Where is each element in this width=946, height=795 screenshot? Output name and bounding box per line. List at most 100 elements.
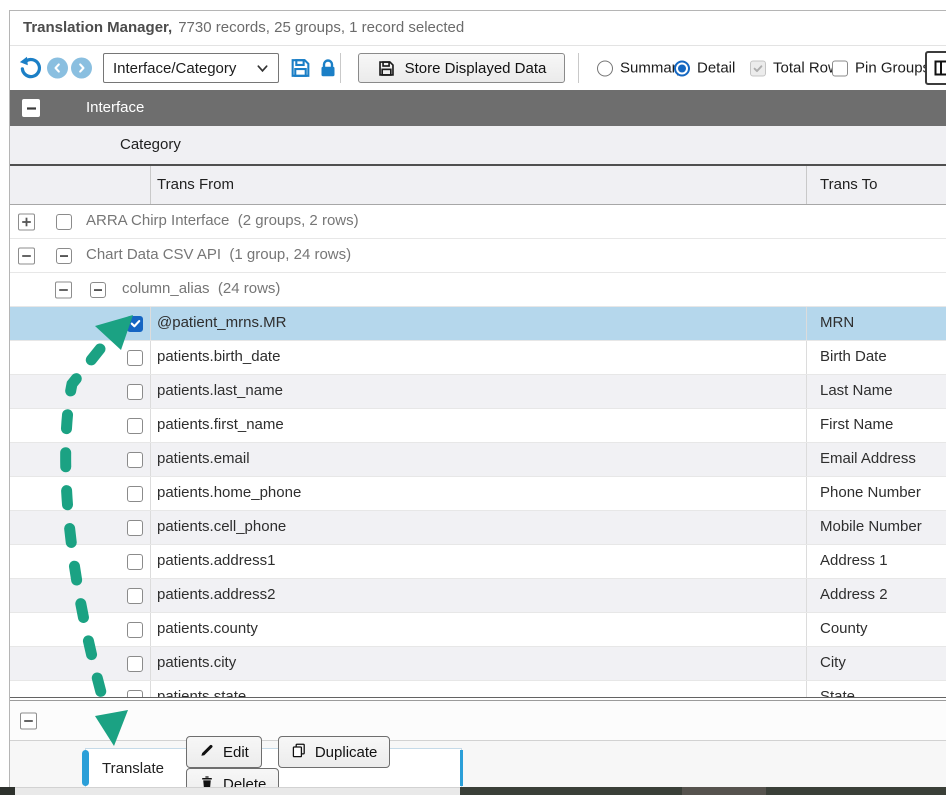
detail-radio[interactable]: Detail bbox=[674, 60, 735, 77]
column-divider bbox=[806, 166, 807, 204]
group-checkbox[interactable] bbox=[90, 282, 106, 298]
delete-button[interactable]: Delete bbox=[186, 768, 279, 787]
column-divider bbox=[150, 545, 151, 578]
view-mode-dropdown[interactable]: Interface/Category bbox=[103, 53, 279, 83]
column-divider bbox=[806, 409, 807, 442]
column-divider bbox=[150, 375, 151, 408]
row-checkbox[interactable] bbox=[127, 452, 143, 468]
taskbar-segment bbox=[766, 787, 946, 795]
trans-to-cell: Mobile Number bbox=[820, 511, 922, 543]
interface-group-header: Interface bbox=[10, 90, 946, 126]
trans-from-cell: patients.state bbox=[157, 681, 246, 697]
group-row[interactable]: column_alias (24 rows) bbox=[10, 273, 946, 307]
selected-row-checkbox[interactable] bbox=[127, 316, 143, 332]
trans-to-cell: Birth Date bbox=[820, 341, 887, 373]
column-divider bbox=[150, 511, 151, 544]
column-divider bbox=[806, 341, 807, 374]
row-checkbox[interactable] bbox=[127, 588, 143, 604]
duplicate-button[interactable]: Duplicate bbox=[278, 736, 391, 768]
undo-icon[interactable] bbox=[18, 56, 43, 81]
toolbar-separator bbox=[578, 53, 579, 83]
pencil-icon bbox=[199, 742, 215, 762]
column-divider bbox=[150, 341, 151, 374]
group-header-label: Interface bbox=[86, 90, 144, 126]
table-row[interactable]: patients.address2Address 2 bbox=[10, 579, 946, 613]
trans-to-cell: Phone Number bbox=[820, 477, 921, 509]
table-row[interactable]: patients.stateState bbox=[10, 681, 946, 697]
checkbox-checked-disabled-icon bbox=[750, 60, 766, 76]
table-row[interactable]: patients.address1Address 1 bbox=[10, 545, 946, 579]
trans-to-cell: Last Name bbox=[820, 375, 893, 407]
collapse-footer-icon[interactable] bbox=[20, 712, 37, 729]
expand-icon[interactable] bbox=[18, 213, 35, 230]
column-divider bbox=[806, 613, 807, 646]
total-row-checkbox[interactable]: Total Row bbox=[750, 60, 839, 77]
row-checkbox[interactable] bbox=[127, 384, 143, 400]
column-layout-button[interactable] bbox=[925, 51, 946, 85]
column-header-row: Trans From Trans To bbox=[10, 164, 946, 205]
taskbar-segment bbox=[460, 787, 682, 795]
lock-icon[interactable] bbox=[317, 57, 339, 79]
summary-radio[interactable]: Summary bbox=[597, 60, 684, 77]
toolbar-separator bbox=[340, 53, 341, 83]
table-row[interactable]: patients.cell_phoneMobile Number bbox=[10, 511, 946, 545]
column-divider bbox=[150, 443, 151, 476]
column-divider bbox=[806, 375, 807, 408]
table-row[interactable]: patients.emailEmail Address bbox=[10, 443, 946, 477]
column-divider bbox=[806, 307, 807, 340]
panel-accent-bar bbox=[82, 750, 89, 786]
collapse-icon[interactable] bbox=[55, 281, 72, 298]
row-checkbox[interactable] bbox=[127, 554, 143, 570]
columns-icon bbox=[933, 58, 946, 78]
radio-off-icon bbox=[597, 60, 613, 76]
collapse-all-icon[interactable] bbox=[22, 99, 40, 117]
column-divider bbox=[806, 681, 807, 697]
group-checkbox[interactable] bbox=[56, 214, 72, 230]
column-divider bbox=[150, 477, 151, 510]
panel-accent-line bbox=[460, 750, 463, 786]
table-row[interactable]: @patient_mrns.MRMRN bbox=[10, 307, 946, 341]
collapse-icon[interactable] bbox=[18, 247, 35, 264]
table-row[interactable]: patients.last_nameLast Name bbox=[10, 375, 946, 409]
column-divider bbox=[806, 511, 807, 544]
table-row[interactable]: patients.birth_dateBirth Date bbox=[10, 341, 946, 375]
table-row[interactable]: patients.home_phonePhone Number bbox=[10, 477, 946, 511]
group-row-label: Chart Data CSV API (1 group, 24 rows) bbox=[86, 239, 351, 271]
checkbox-empty-icon bbox=[832, 60, 848, 76]
column-divider bbox=[806, 443, 807, 476]
save-icon[interactable] bbox=[289, 57, 312, 80]
group-checkbox[interactable] bbox=[56, 248, 72, 264]
column-divider bbox=[150, 681, 151, 697]
store-displayed-data-button[interactable]: Store Displayed Data bbox=[358, 53, 565, 83]
view-mode-value: Interface/Category bbox=[113, 60, 236, 77]
pin-groups-checkbox[interactable]: Pin Groups bbox=[832, 60, 930, 77]
group-row[interactable]: Chart Data CSV API (1 group, 24 rows) bbox=[10, 239, 946, 273]
translation-manager-window: Translation Manager,7730 records, 25 gro… bbox=[0, 0, 946, 795]
table-row[interactable]: patients.cityCity bbox=[10, 647, 946, 681]
row-checkbox[interactable] bbox=[127, 418, 143, 434]
table-row[interactable]: patients.first_nameFirst Name bbox=[10, 409, 946, 443]
column-header-trans-to[interactable]: Trans To bbox=[820, 166, 878, 203]
column-divider bbox=[806, 545, 807, 578]
row-checkbox[interactable] bbox=[127, 350, 143, 366]
column-header-trans-from[interactable]: Trans From bbox=[157, 166, 234, 203]
column-divider bbox=[150, 613, 151, 646]
trans-to-cell: City bbox=[820, 647, 846, 679]
save-icon bbox=[377, 59, 396, 78]
row-checkbox[interactable] bbox=[127, 656, 143, 672]
edit-button[interactable]: Edit bbox=[186, 736, 262, 768]
trans-from-cell: @patient_mrns.MR bbox=[157, 307, 286, 339]
column-divider bbox=[806, 477, 807, 510]
row-checkbox[interactable] bbox=[127, 690, 143, 698]
title-bar: Translation Manager,7730 records, 25 gro… bbox=[10, 11, 946, 45]
row-checkbox[interactable] bbox=[127, 486, 143, 502]
table-row[interactable]: patients.countyCounty bbox=[10, 613, 946, 647]
row-checkbox[interactable] bbox=[127, 622, 143, 638]
row-checkbox[interactable] bbox=[127, 520, 143, 536]
group-row[interactable]: ARRA Chirp Interface (2 groups, 2 rows) bbox=[10, 205, 946, 239]
taskbar-segment bbox=[682, 787, 766, 795]
trans-from-cell: patients.email bbox=[157, 443, 250, 475]
subgroup-header-label: Category bbox=[120, 126, 181, 164]
back-icon[interactable] bbox=[47, 58, 68, 79]
forward-icon[interactable] bbox=[71, 58, 92, 79]
